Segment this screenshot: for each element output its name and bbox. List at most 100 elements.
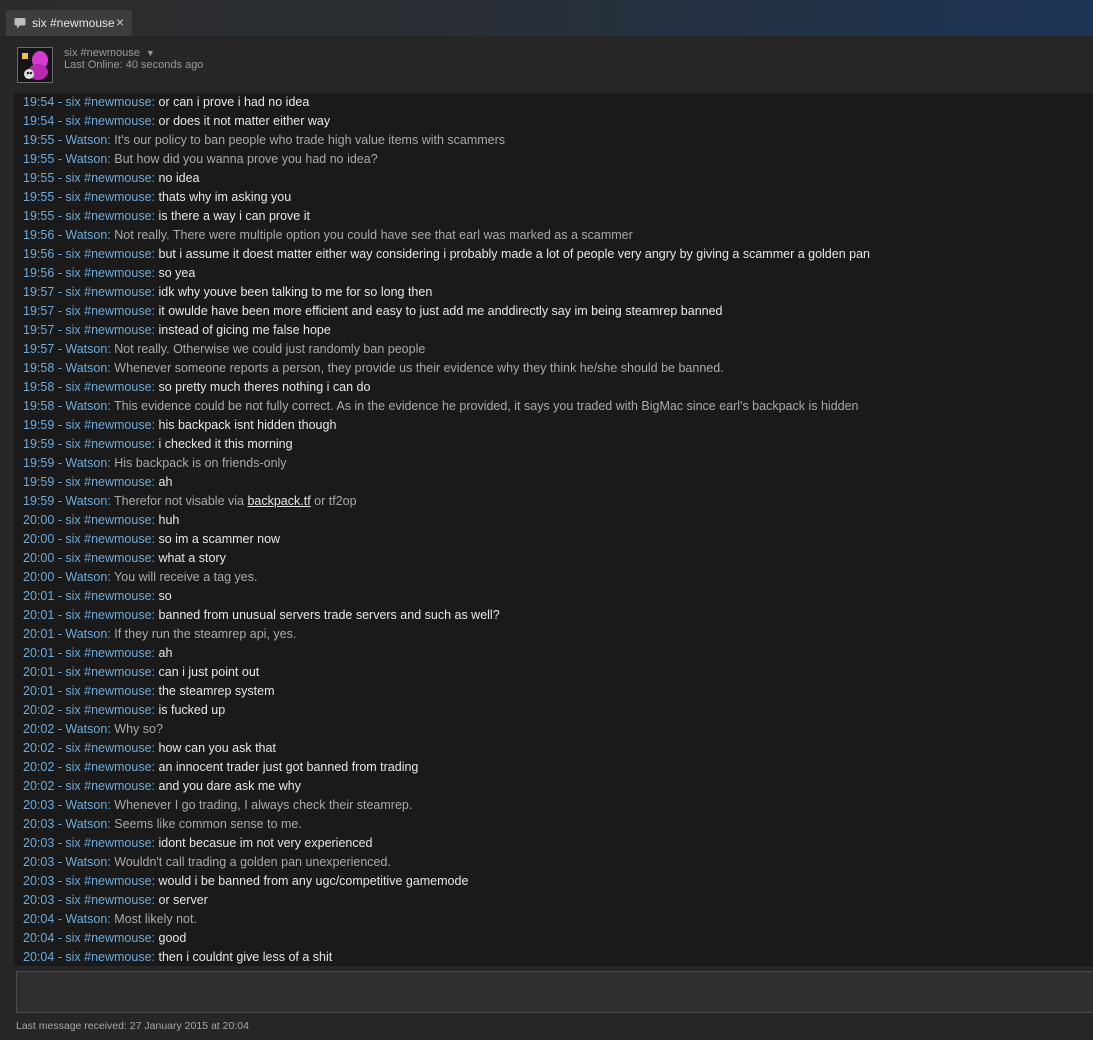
message-timestamp-sender: 20:02 - six #newmouse	[23, 760, 152, 774]
chat-message: 19:58 - Watson: Whenever someone reports…	[23, 359, 724, 378]
chat-message: 19:56 - six #newmouse: but i assume it d…	[23, 245, 870, 264]
message-separator: :	[151, 874, 159, 888]
message-separator: :	[151, 285, 159, 299]
message-timestamp-sender: 19:59 - six #newmouse	[23, 475, 152, 489]
message-text: Whenever someone reports a person, they …	[114, 361, 724, 375]
message-timestamp-sender: 19:59 - Watson	[23, 494, 108, 508]
message-timestamp-sender: 19:57 - Watson	[23, 342, 108, 356]
friend-name-text: six #newmouse	[64, 47, 140, 59]
message-timestamp-sender: 19:57 - six #newmouse	[23, 323, 152, 337]
message-text: how can you ask that	[158, 741, 276, 755]
message-timestamp-sender: 20:03 - six #newmouse	[23, 836, 152, 850]
chat-message: 20:01 - six #newmouse: ah	[23, 644, 172, 663]
message-timestamp-sender: 19:58 - six #newmouse	[23, 380, 152, 394]
chat-tab[interactable]: six #newmouse ×	[6, 10, 132, 36]
message-separator: :	[151, 703, 159, 717]
message-separator: :	[151, 779, 159, 793]
message-separator: :	[151, 114, 159, 128]
chat-message: 19:55 - six #newmouse: no idea	[23, 169, 200, 188]
message-text: You will receive a tag yes.	[114, 570, 258, 584]
tab-title: six #newmouse	[32, 16, 115, 30]
message-text: no idea	[158, 171, 200, 185]
message-link[interactable]: backpack.tf	[247, 494, 310, 508]
message-separator: :	[151, 513, 159, 527]
chat-header: six #newmouse ▼ Last Online: 40 seconds a…	[0, 36, 1093, 94]
chevron-down-icon[interactable]: ▼	[146, 48, 155, 58]
chat-message: 20:00 - Watson: You will receive a tag y…	[23, 568, 257, 587]
message-timestamp-sender: 19:56 - six #newmouse	[23, 247, 152, 261]
avatar-image	[18, 48, 52, 82]
friend-avatar[interactable]	[17, 47, 53, 83]
message-separator: :	[151, 437, 159, 451]
message-timestamp-sender: 20:02 - six #newmouse	[23, 741, 152, 755]
message-timestamp-sender: 19:55 - Watson	[23, 133, 108, 147]
chat-message: 20:02 - six #newmouse: and you dare ask …	[23, 777, 301, 796]
message-separator: :	[151, 532, 159, 546]
chat-message: 20:02 - six #newmouse: how can you ask t…	[23, 739, 276, 758]
message-separator: :	[151, 475, 159, 489]
friend-name[interactable]: six #newmouse ▼	[64, 47, 155, 59]
chat-message: 20:00 - six #newmouse: so im a scammer n…	[23, 530, 280, 549]
chat-bubble-icon	[14, 18, 26, 29]
message-text: banned from unusual servers trade server…	[158, 608, 500, 622]
message-input[interactable]	[16, 971, 1093, 1013]
message-separator: :	[151, 931, 159, 945]
message-text: Whenever I go trading, I always check th…	[114, 798, 413, 812]
chat-message: 19:56 - Watson: Not really. There were m…	[23, 226, 633, 245]
message-text: his backpack isnt hidden though	[158, 418, 337, 432]
message-text: This evidence could be not fully correct…	[114, 399, 859, 413]
message-timestamp-sender: 19:59 - six #newmouse	[23, 418, 152, 432]
message-timestamp-sender: 20:01 - six #newmouse	[23, 646, 152, 660]
message-text: would i be banned from any ugc/competiti…	[158, 874, 469, 888]
message-text: Why so?	[114, 722, 163, 736]
message-timestamp-sender: 20:02 - six #newmouse	[23, 703, 152, 717]
message-timestamp-sender: 20:00 - six #newmouse	[23, 513, 152, 527]
chat-message: 20:01 - six #newmouse: can i just point …	[23, 663, 259, 682]
message-text: Not really. There were multiple option y…	[114, 228, 633, 242]
chat-message: 20:01 - six #newmouse: the steamrep syst…	[23, 682, 275, 701]
last-message-received: Last message received: 27 January 2015 a…	[16, 1020, 249, 1032]
message-text: Wouldn't call trading a golden pan unexp…	[114, 855, 391, 869]
message-text: what a story	[158, 551, 226, 565]
chat-message: 19:55 - six #newmouse: is there a way i …	[23, 207, 310, 226]
chat-message: 19:57 - six #newmouse: instead of gicing…	[23, 321, 331, 340]
chat-message: 19:57 - six #newmouse: idk why youve bee…	[23, 283, 432, 302]
message-timestamp-sender: 20:01 - six #newmouse	[23, 589, 152, 603]
message-text: ah	[158, 646, 173, 660]
chat-message: 19:54 - six #newmouse: or can i prove i …	[23, 93, 309, 112]
chat-message: 19:56 - six #newmouse: so yea	[23, 264, 195, 283]
message-text: but i assume it doest matter either way …	[158, 247, 871, 261]
message-separator: :	[151, 323, 159, 337]
message-separator: :	[151, 247, 159, 261]
chat-message: 20:04 - Watson: Most likely not.	[23, 910, 197, 929]
message-text: the steamrep system	[158, 684, 275, 698]
message-timestamp-sender: 20:01 - Watson	[23, 627, 108, 641]
message-text: Seems like common sense to me.	[114, 817, 302, 831]
message-text: Not really. Otherwise we could just rand…	[114, 342, 426, 356]
message-text: it owulde have been more efficient and e…	[158, 304, 723, 318]
message-separator: :	[151, 380, 159, 394]
message-separator: :	[151, 209, 159, 223]
message-text: If they run the steamrep api, yes.	[114, 627, 297, 641]
close-tab-icon[interactable]: ×	[116, 14, 124, 30]
message-separator: :	[151, 551, 159, 565]
chat-message: 20:00 - six #newmouse: what a story	[23, 549, 226, 568]
chat-message: 19:57 - Watson: Not really. Otherwise we…	[23, 340, 425, 359]
message-timestamp-sender: 19:54 - six #newmouse	[23, 95, 152, 109]
chat-log[interactable]: 19:54 - six #newmouse: or can i prove i …	[14, 93, 1093, 966]
chat-message: 20:03 - six #newmouse: idont becasue im …	[23, 834, 373, 853]
chat-message: 19:59 - six #newmouse: his backpack isnt…	[23, 416, 336, 435]
chat-message: 19:55 - Watson: But how did you wanna pr…	[23, 150, 378, 169]
message-text: so im a scammer now	[158, 532, 281, 546]
message-text: an innocent trader just got banned from …	[158, 760, 419, 774]
message-separator: :	[151, 190, 159, 204]
chat-message: 20:02 - Watson: Why so?	[23, 720, 163, 739]
message-text: or does it not matter either way	[158, 114, 331, 128]
message-timestamp-sender: 20:04 - Watson	[23, 912, 108, 926]
message-timestamp-sender: 20:03 - Watson	[23, 817, 108, 831]
message-text: Most likely not.	[114, 912, 197, 926]
message-timestamp-sender: 19:57 - six #newmouse	[23, 285, 152, 299]
message-text: i checked it this morning	[158, 437, 293, 451]
message-separator: :	[151, 589, 159, 603]
message-separator: :	[151, 893, 159, 907]
